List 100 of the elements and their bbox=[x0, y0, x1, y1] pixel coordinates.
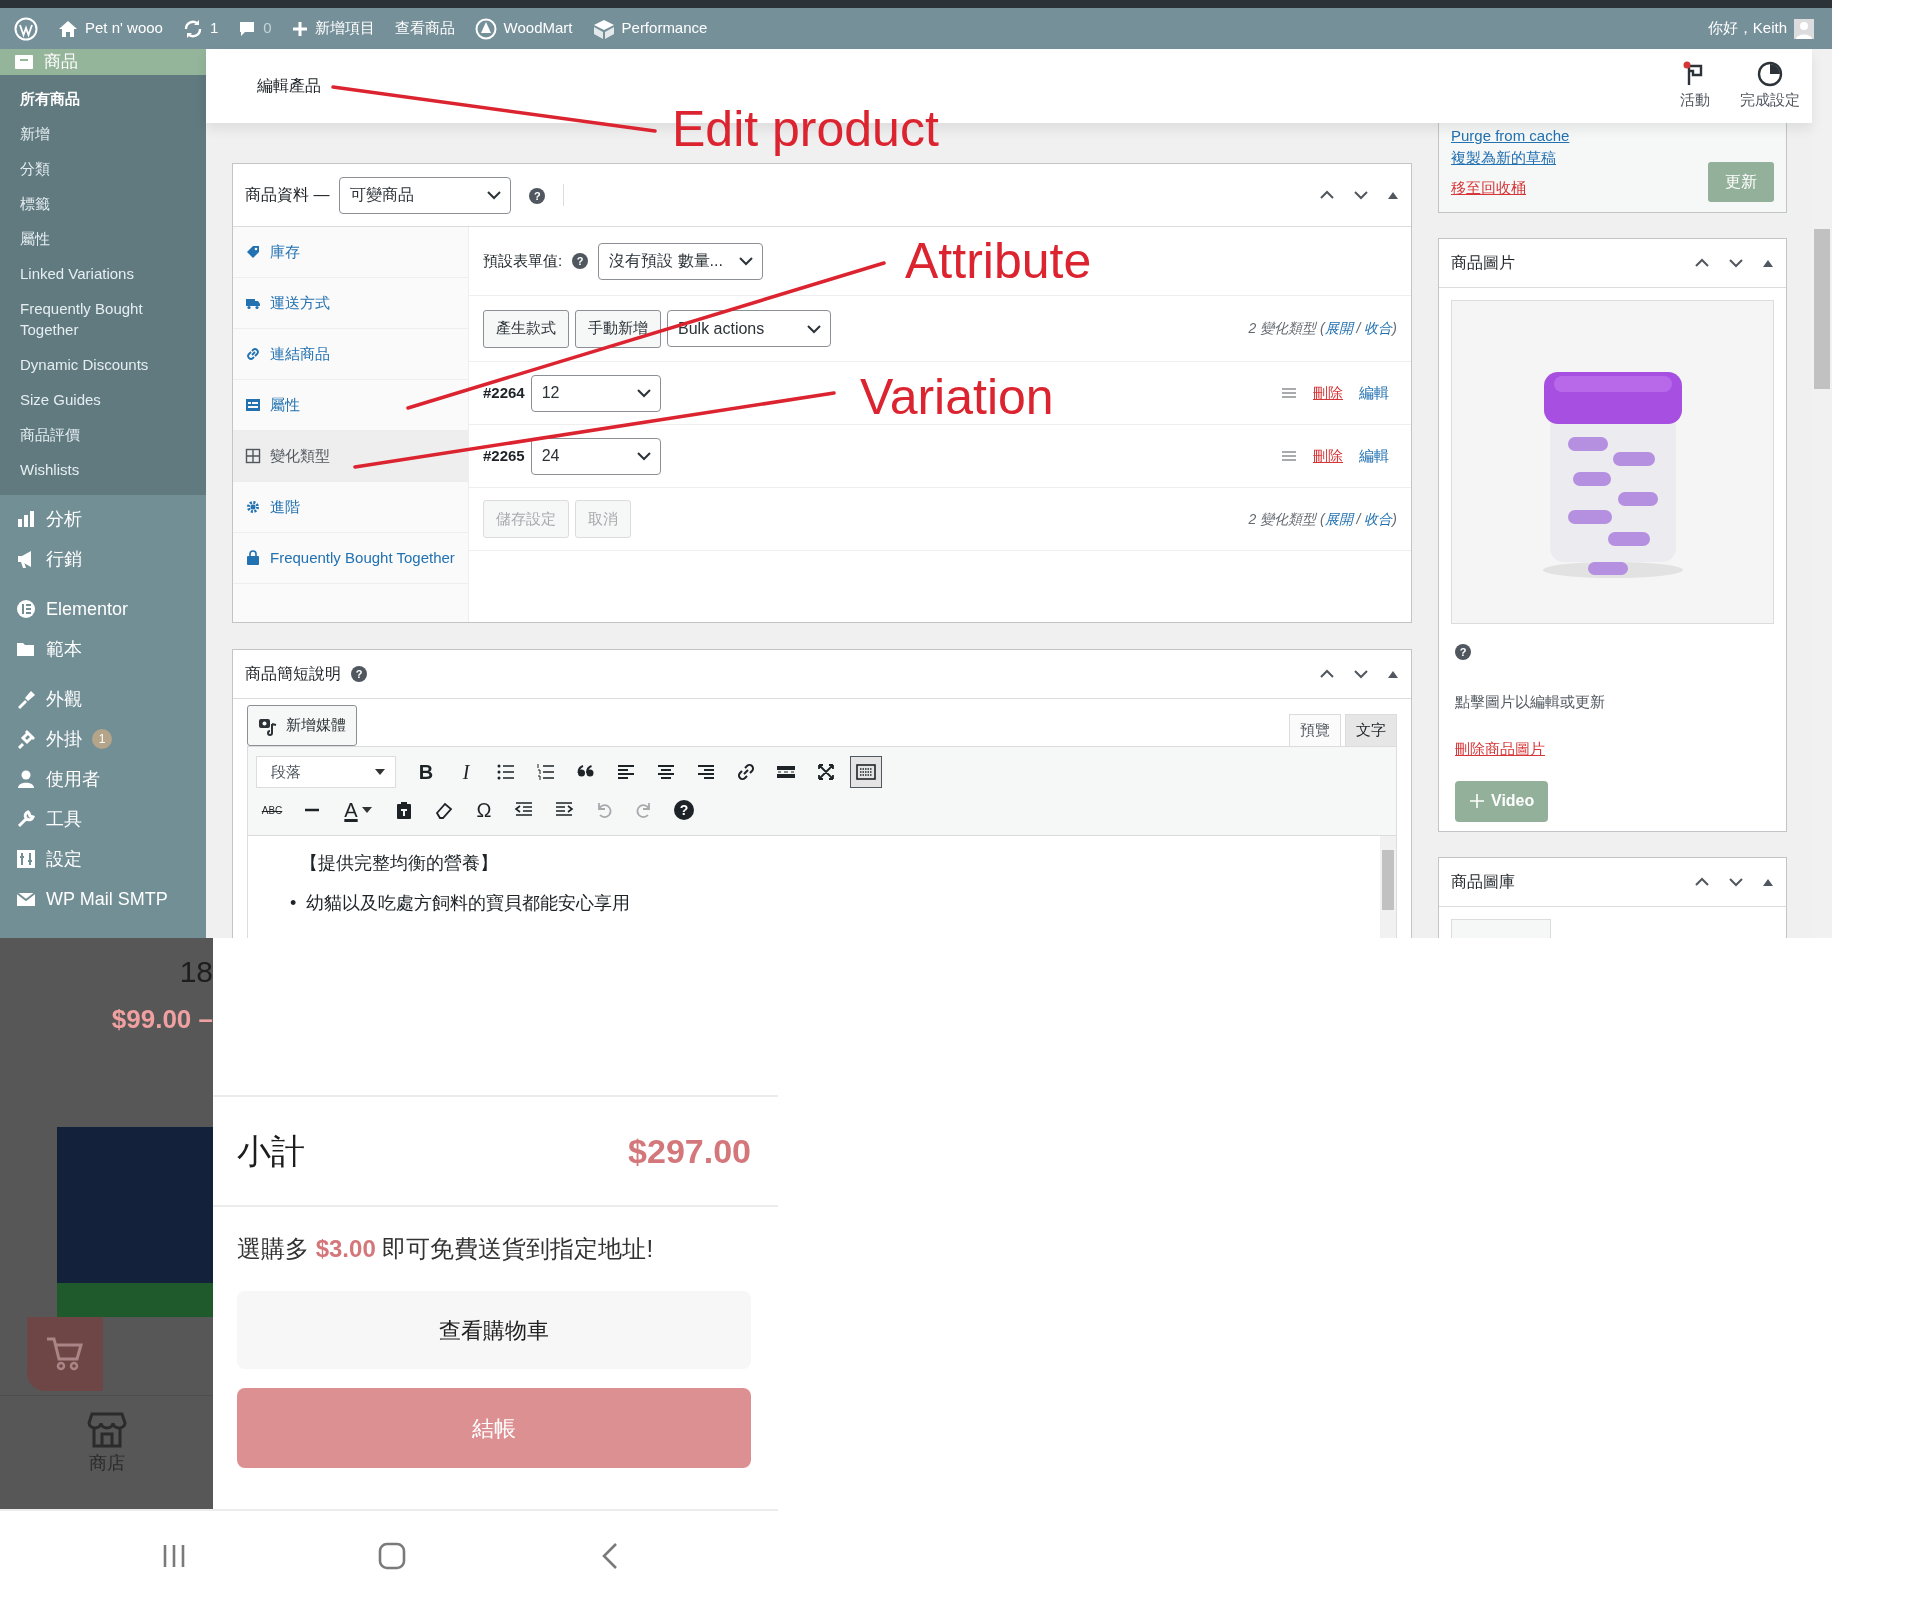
help-icon[interactable]: ? bbox=[1455, 644, 1471, 661]
sidebar-submenu-item[interactable]: 屬性 bbox=[0, 221, 206, 256]
expand-link[interactable]: 展開 bbox=[1324, 510, 1353, 527]
home-icon[interactable] bbox=[378, 1541, 406, 1570]
help-icon[interactable]: ? bbox=[529, 188, 546, 204]
align-right-icon bbox=[696, 762, 716, 782]
account-greeting[interactable]: 你好，Keith bbox=[1707, 17, 1814, 40]
purge-cache-link[interactable]: Purge from cache bbox=[1451, 125, 1570, 146]
product-count-text: 18 bbox=[178, 956, 213, 988]
product-data-tab[interactable]: 變化類型 bbox=[233, 431, 468, 482]
collapse-link[interactable]: 收合 bbox=[1364, 510, 1393, 527]
add-media-button[interactable]: 新增媒體 bbox=[247, 705, 357, 746]
duplicate-draft-link[interactable]: 複製為新的草稿 bbox=[1451, 147, 1556, 168]
list-card-icon bbox=[245, 397, 261, 413]
expand-link[interactable]: 展開 bbox=[1324, 320, 1353, 336]
editor-mode-tab[interactable]: 預覽 bbox=[1289, 714, 1341, 746]
remove-image-link[interactable]: 刪除商品圖片 bbox=[1455, 740, 1545, 757]
wordpress-logo-icon[interactable] bbox=[14, 16, 38, 41]
drag-handle-icon[interactable] bbox=[1281, 450, 1297, 462]
link-icon bbox=[736, 762, 756, 782]
fullscreen-icon bbox=[816, 762, 836, 782]
link-icon bbox=[245, 346, 261, 362]
help-icon[interactable]: ? bbox=[572, 253, 589, 269]
collapse-link[interactable]: 收合 bbox=[1364, 320, 1393, 336]
sidebar-submenu-item[interactable]: Size Guides bbox=[0, 382, 206, 417]
default-value-select[interactable]: 沒有預設 數量... bbox=[598, 242, 764, 280]
bold-button[interactable]: B bbox=[410, 756, 442, 788]
paragraph-format-select[interactable]: 段落 bbox=[256, 756, 396, 788]
product-data-tab[interactable]: Frequently Bought Together bbox=[233, 533, 468, 584]
strikethrough-button[interactable]: ABC bbox=[256, 794, 288, 826]
header-action-button[interactable]: 完成設定 bbox=[1740, 60, 1800, 112]
product-data-tab[interactable]: 連結商品 bbox=[233, 329, 468, 380]
header-action-button[interactable]: 活動 bbox=[1680, 60, 1710, 112]
toolbar-toggle-button[interactable] bbox=[850, 756, 882, 788]
sidebar-submenu-item[interactable]: Wishlists bbox=[0, 452, 206, 487]
help-icon[interactable]: ? bbox=[351, 666, 367, 682]
collapse-triangle-icon[interactable] bbox=[1387, 190, 1399, 200]
view-product-link[interactable]: 查看商品 bbox=[394, 17, 455, 40]
sidebar-menu-item[interactable]: 使用者 bbox=[0, 759, 206, 799]
recent-apps-icon[interactable] bbox=[162, 1542, 186, 1569]
back-icon[interactable] bbox=[601, 1541, 619, 1570]
sidebar-submenu-item[interactable]: 標籤 bbox=[0, 186, 206, 221]
sidebar-menu-item[interactable]: 外觀 bbox=[0, 679, 206, 719]
collapse-triangle-icon[interactable] bbox=[1387, 669, 1399, 679]
pie-clock-icon[interactable] bbox=[1757, 60, 1783, 87]
sidebar-submenu-item[interactable]: 新增 bbox=[0, 116, 206, 151]
sidebar-submenu-item[interactable]: Linked Variations bbox=[0, 256, 206, 291]
theme-link[interactable]: WoodMart bbox=[474, 17, 573, 40]
sidebar-submenu-item[interactable]: 所有商品 bbox=[0, 81, 206, 116]
variation-count: 2 變化類型 (展開 / 收合) bbox=[1248, 509, 1397, 529]
field-label: 預設表單值: bbox=[483, 250, 563, 271]
list-item-text: 幼貓以及吃處方飼料的寶貝都能安心享用 bbox=[306, 892, 631, 915]
help-button[interactable]: ? bbox=[668, 794, 700, 826]
add-to-cart-button[interactable] bbox=[27, 1317, 103, 1391]
editor-content-area[interactable]: 【提供完整均衡的營養】 • 幼貓以及吃處方飼料的寶貝都能安心享用 bbox=[247, 836, 1397, 938]
remove-link[interactable]: 刪除 bbox=[1313, 381, 1343, 405]
bullet-marker: • bbox=[290, 892, 297, 915]
remove-link[interactable]: 刪除 bbox=[1313, 444, 1343, 468]
sidebar-menu-item[interactable]: WP Mail SMTP bbox=[0, 879, 206, 919]
sidebar-submenu-item[interactable]: Frequently Bought Together bbox=[0, 291, 206, 347]
edit-link[interactable]: 編輯 bbox=[1359, 381, 1389, 405]
hint-text: 點擊圖片以編輯或更新 bbox=[1454, 691, 1606, 712]
product-type-select[interactable]: 可變商品 bbox=[339, 176, 512, 214]
drag-handle-icon[interactable] bbox=[1281, 387, 1297, 399]
sidebar-menu-item[interactable]: 範本 bbox=[0, 629, 206, 669]
sidebar-submenu-item[interactable]: 分類 bbox=[0, 151, 206, 186]
checkout-button[interactable]: 結帳 bbox=[237, 1388, 751, 1468]
editor-mode-tab[interactable]: 文字 bbox=[1345, 714, 1397, 746]
variation-action-button[interactable]: 手動新增 bbox=[575, 309, 661, 348]
product-data-tab[interactable]: 庫存 bbox=[233, 227, 468, 278]
sidebar-menu-item[interactable]: 行銷 bbox=[0, 539, 206, 579]
attribute-value-select[interactable]: 24 bbox=[530, 437, 661, 475]
variation-action-button[interactable]: 產生款式 bbox=[483, 309, 569, 348]
view-cart-button[interactable]: 查看購物車 bbox=[237, 1291, 751, 1369]
sidebar-menu-item[interactable]: 設定 bbox=[0, 839, 206, 879]
product-data-tab[interactable]: 進階 bbox=[233, 482, 468, 533]
collapse-triangle-icon[interactable] bbox=[1762, 258, 1774, 268]
sidebar-menu-item[interactable]: 分析 bbox=[0, 499, 206, 539]
edit-link[interactable]: 編輯 bbox=[1359, 444, 1389, 468]
italic-button[interactable]: I bbox=[450, 756, 482, 788]
sidebar-submenu-item[interactable]: Dynamic Discounts bbox=[0, 347, 206, 382]
sidebar-menu-item[interactable]: Elementor bbox=[0, 589, 206, 629]
sidebar-menu-item[interactable]: 外掛 1 bbox=[0, 719, 206, 759]
sidebar-submenu-item[interactable]: 商品評價 bbox=[0, 417, 206, 452]
paste-text-icon bbox=[394, 800, 414, 820]
special-character-button[interactable]: Ω bbox=[468, 794, 500, 826]
page-title: 編輯產品 bbox=[257, 76, 321, 96]
product-data-tab[interactable]: 運送方式 bbox=[233, 278, 468, 329]
new-item-link[interactable]: 新增項目 bbox=[291, 17, 375, 40]
product-image-frame[interactable] bbox=[1451, 300, 1774, 624]
brush-icon bbox=[16, 689, 36, 709]
trash-link[interactable]: 移至回收桶 bbox=[1451, 177, 1526, 198]
collapse-triangle-icon[interactable] bbox=[1762, 877, 1774, 887]
updates-link[interactable]: 1 bbox=[182, 17, 219, 40]
attribute-value-select[interactable]: 12 bbox=[530, 374, 661, 412]
site-link[interactable]: Pet n' wooo bbox=[58, 17, 163, 40]
bullet-list-icon bbox=[496, 762, 516, 782]
sidebar-menu-item[interactable]: 工具 bbox=[0, 799, 206, 839]
performance-link[interactable]: Performance bbox=[592, 17, 708, 40]
text-color-button[interactable]: A bbox=[336, 794, 380, 826]
